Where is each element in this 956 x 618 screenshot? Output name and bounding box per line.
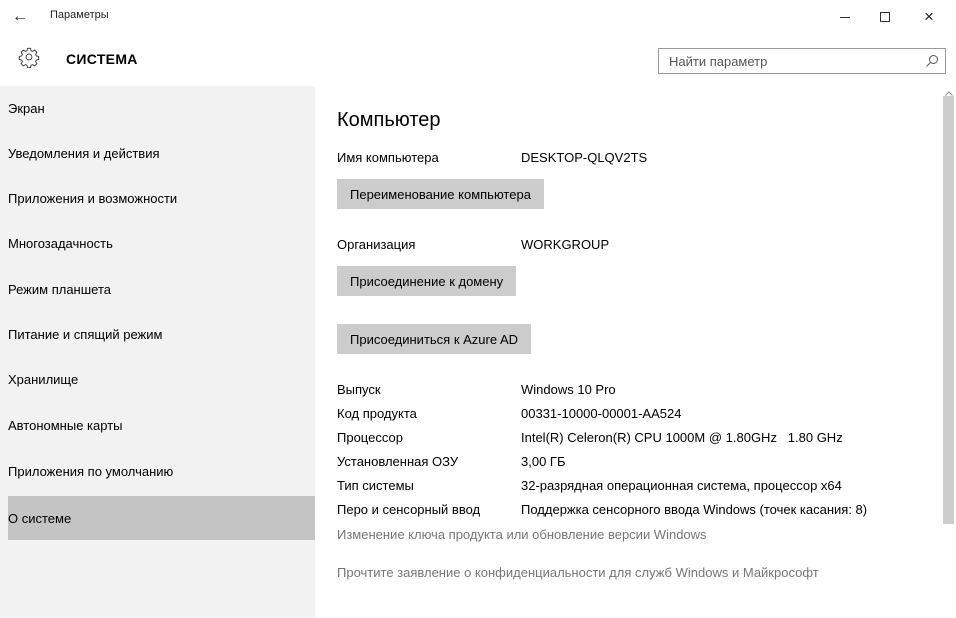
maximize-button[interactable]: [866, 0, 904, 34]
main-content: Компьютер Имя компьютера DESKTOP-QLQV2TS…: [315, 86, 941, 618]
spec-label: Перо и сенсорный ввод: [337, 502, 481, 517]
spec-value: 3,00 ГБ: [521, 454, 566, 469]
sidebar-item-apps-features[interactable]: Приложения и возможности: [8, 176, 315, 220]
sidebar-item-display[interactable]: Экран: [8, 86, 315, 130]
computer-name-label: Имя компьютера: [337, 150, 439, 165]
sidebar-item-default-apps[interactable]: Приложения по умолчанию: [8, 449, 315, 493]
spec-label: Установленная ОЗУ: [337, 454, 459, 469]
join-azure-ad-button[interactable]: Присоединиться к Azure AD: [337, 324, 532, 354]
privacy-statement-link[interactable]: Прочтите заявление о конфиденциальности …: [337, 565, 819, 580]
search-icon[interactable]: [925, 54, 939, 68]
sidebar-item-label: Приложения и возможности: [8, 190, 178, 206]
organization-value: WORKGROUP: [521, 237, 610, 252]
spec-value: Поддержка сенсорного ввода Windows (точе…: [521, 502, 868, 517]
sidebar-item-notifications[interactable]: Уведомления и действия: [8, 131, 315, 175]
sidebar-item-tablet-mode[interactable]: Режим планшета: [8, 267, 315, 311]
spec-label: Код продукта: [337, 406, 417, 421]
rename-computer-button[interactable]: Переименование компьютера: [337, 179, 544, 209]
search-placeholder: Найти параметр: [669, 54, 768, 69]
sidebar-item-label: Режим планшета: [8, 281, 111, 297]
sidebar-item-label: Хранилище: [8, 371, 79, 387]
sidebar-item-power-sleep[interactable]: Питание и спящий режим: [8, 312, 315, 356]
spec-value: 32-разрядная операционная система, проце…: [521, 478, 842, 493]
spec-value: 00331-10000-00001-AA524: [521, 406, 682, 421]
sidebar-item-about[interactable]: О системе: [8, 496, 315, 540]
sidebar-item-label: Питание и спящий режим: [8, 326, 163, 342]
scrollbar-thumb[interactable]: [943, 96, 954, 524]
sidebar-item-label: Экран: [8, 100, 45, 116]
sidebar-item-label: Приложения по умолчанию: [8, 463, 174, 479]
close-button[interactable]: ×: [910, 0, 948, 34]
minimize-button[interactable]: [826, 0, 864, 34]
spec-value: Windows 10 Pro: [521, 382, 616, 397]
page-title: СИСТЕМА: [66, 51, 138, 67]
close-icon: ×: [924, 7, 934, 26]
back-arrow-icon: ←: [12, 8, 28, 25]
back-button[interactable]: ←: [0, 0, 40, 34]
title-bar: ← Параметры ×: [0, 0, 956, 34]
spec-value: Intel(R) Celeron(R) CPU 1000M @ 1.80GHz …: [521, 430, 843, 445]
sidebar-item-multitasking[interactable]: Многозадачность: [8, 221, 315, 265]
sidebar-item-storage[interactable]: Хранилище: [8, 357, 315, 401]
spec-label: Процессор: [337, 430, 403, 445]
section-title: Компьютер: [337, 109, 441, 131]
minimize-icon: [840, 16, 850, 18]
sidebar-item-label: О системе: [8, 510, 72, 526]
sidebar: Экран Уведомления и действия Приложения …: [0, 86, 315, 618]
scrollbar[interactable]: [941, 86, 956, 618]
search-input[interactable]: Найти параметр: [658, 48, 946, 74]
join-domain-button[interactable]: Присоединение к домену: [337, 266, 517, 296]
window-title: Параметры: [50, 9, 109, 21]
gear-icon: [18, 47, 40, 68]
sidebar-item-label: Многозадачность: [8, 235, 113, 251]
computer-name-value: DESKTOP-QLQV2TS: [521, 150, 648, 165]
spec-label: Тип системы: [337, 478, 414, 493]
maximize-icon: [880, 12, 890, 22]
sidebar-item-label: Уведомления и действия: [8, 145, 160, 161]
page-header: СИСТЕМА Найти параметр: [0, 34, 956, 86]
organization-label: Организация: [337, 237, 416, 252]
change-product-key-link[interactable]: Изменение ключа продукта или обновление …: [337, 527, 707, 542]
spec-label: Выпуск: [337, 382, 381, 397]
sidebar-item-label: Автономные карты: [8, 417, 123, 433]
sidebar-item-offline-maps[interactable]: Автономные карты: [8, 403, 315, 447]
